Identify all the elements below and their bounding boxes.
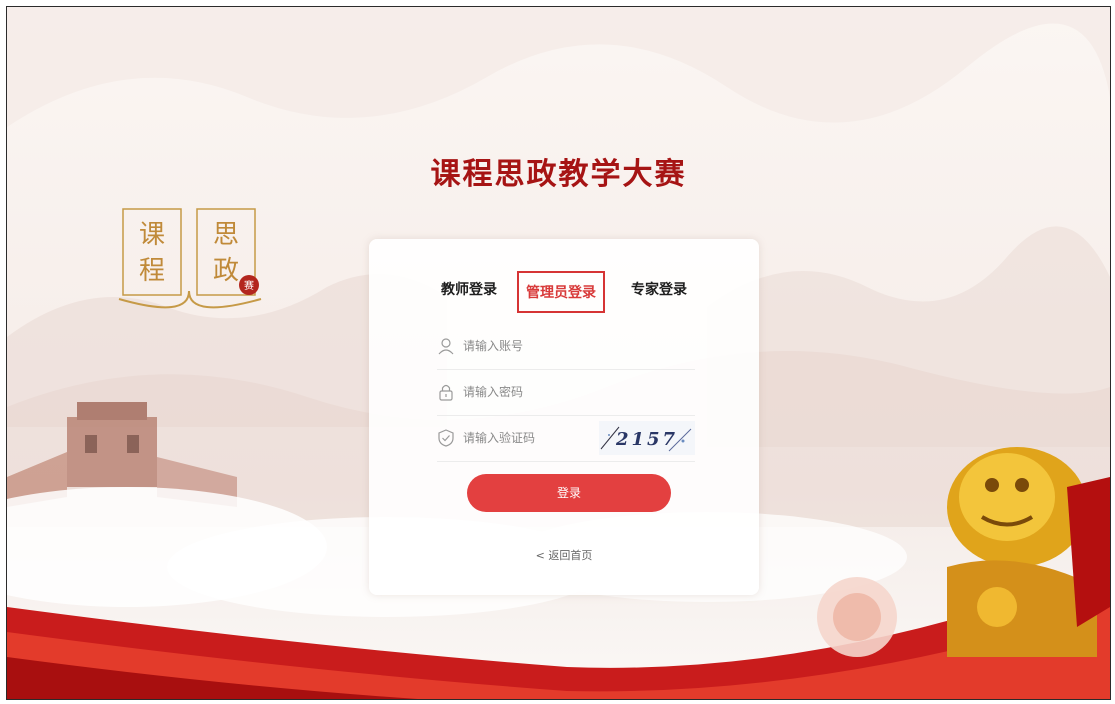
login-card: 教师登录 管理员登录 专家登录 请输入账号 请输入验证码 2157 登录 < 返… (369, 239, 759, 595)
svg-text:赛: 赛 (244, 279, 254, 292)
captcha-field: 2157 (437, 415, 695, 462)
user-icon (438, 338, 454, 355)
login-page: 课 程 思 政 赛 课程思政教学大赛 教师登录 管理员登录 专家登录 请输入账号… (6, 6, 1111, 700)
course-logo: 课 程 思 政 赛 (118, 208, 262, 309)
shield-icon (438, 429, 454, 447)
back-home-link[interactable]: < 返回首页 (369, 547, 759, 563)
svg-text:程: 程 (139, 256, 165, 286)
login-tabs: 教师登录 管理员登录 专家登录 (369, 267, 759, 313)
tab-expert-login[interactable]: 专家登录 (627, 275, 691, 305)
svg-text:课: 课 (139, 220, 165, 250)
account-field (437, 323, 695, 370)
tab-admin-login[interactable]: 管理员登录 (517, 271, 605, 313)
login-button[interactable]: 登录 (467, 474, 671, 512)
password-field (437, 369, 695, 416)
svg-text:政: 政 (213, 256, 239, 286)
captcha-text: 2157 (615, 429, 678, 450)
svg-text:思: 思 (213, 220, 239, 250)
captcha-image[interactable]: 2157 (599, 421, 695, 455)
page-title: 课程思政教学大赛 (430, 157, 687, 192)
captcha-input[interactable] (461, 425, 615, 451)
lock-icon (439, 384, 453, 401)
account-input[interactable] (461, 333, 615, 359)
password-input[interactable] (461, 379, 615, 405)
tab-teacher-login[interactable]: 教师登录 (437, 275, 501, 305)
